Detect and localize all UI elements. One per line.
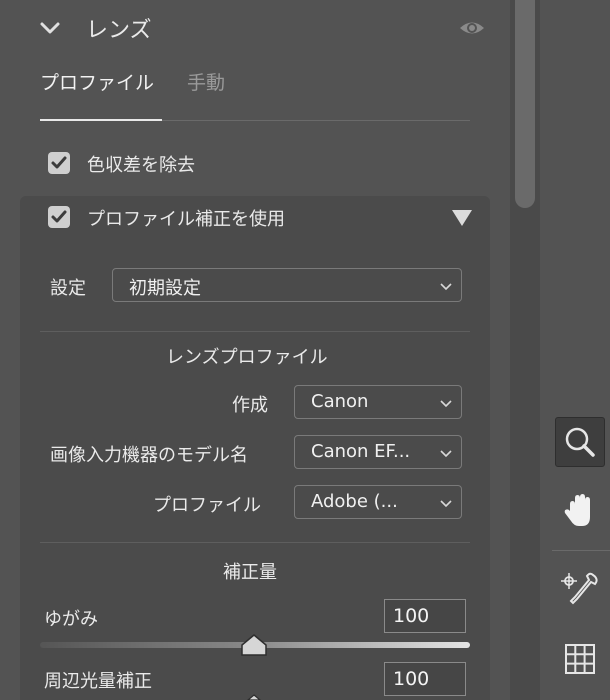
chevron-down-icon [440,283,452,291]
vignetting-label: 周辺光量補正 [44,671,152,692]
color-sampler-icon [561,572,598,605]
eye-icon[interactable] [458,16,486,40]
chromatic-aberration-label: 色収差を除去 [87,155,195,176]
chevron-down-icon [440,450,452,458]
profile-correction-checkbox[interactable] [48,206,70,228]
distortion-slider-thumb[interactable] [241,634,267,656]
chromatic-aberration-checkbox[interactable] [48,152,70,174]
vignetting-slider-thumb[interactable] [241,694,267,700]
model-value: Canon EF... [311,441,411,462]
profile-value: Adobe (... [311,491,398,512]
tab-manual[interactable]: 手動 [187,68,225,95]
distortion-input[interactable]: 100 [384,599,466,633]
hand-tool-button[interactable] [555,486,605,536]
zoom-icon [565,427,595,457]
settings-select[interactable]: 初期設定 [112,268,462,302]
profile-label: プロファイル [153,495,261,516]
tab-active-indicator [40,119,162,121]
scrollbar-thumb[interactable] [515,0,535,208]
make-select[interactable]: Canon [294,385,462,419]
checkmark-icon [51,156,67,169]
amount-heading: 補正量 [223,562,277,583]
profile-select[interactable]: Adobe (... [294,485,462,519]
chevron-down-icon[interactable] [38,16,62,40]
color-sampler-tool-button[interactable] [555,567,605,617]
divider [40,331,470,332]
profile-correction-label: プロファイル補正を使用 [87,209,285,230]
section-title: レンズ [86,18,152,43]
grid-icon [565,644,595,674]
model-label: 画像入力機器のモデル名 [50,445,248,466]
vignetting-input[interactable]: 100 [384,662,466,696]
chevron-down-icon [440,500,452,508]
lens-profile-heading: レンズプロファイル [166,347,328,368]
tool-separator [552,550,610,551]
make-label: 作成 [232,395,268,416]
settings-label: 設定 [50,278,86,299]
distortion-label: ゆがみ [44,609,98,630]
hand-icon [564,494,590,526]
make-value: Canon [311,391,369,412]
settings-value: 初期設定 [129,278,201,299]
collapse-triangle-icon[interactable] [452,210,472,226]
divider [40,542,470,543]
model-select[interactable]: Canon EF... [294,435,462,469]
checkmark-icon [51,210,67,223]
vignetting-value: 100 [393,668,430,690]
tab-profile[interactable]: プロファイル [40,68,154,95]
chevron-down-icon [440,400,452,408]
distortion-value: 100 [393,605,430,627]
grid-tool-button[interactable] [555,634,605,684]
zoom-tool-button[interactable] [555,417,605,467]
tab-divider [162,120,470,121]
